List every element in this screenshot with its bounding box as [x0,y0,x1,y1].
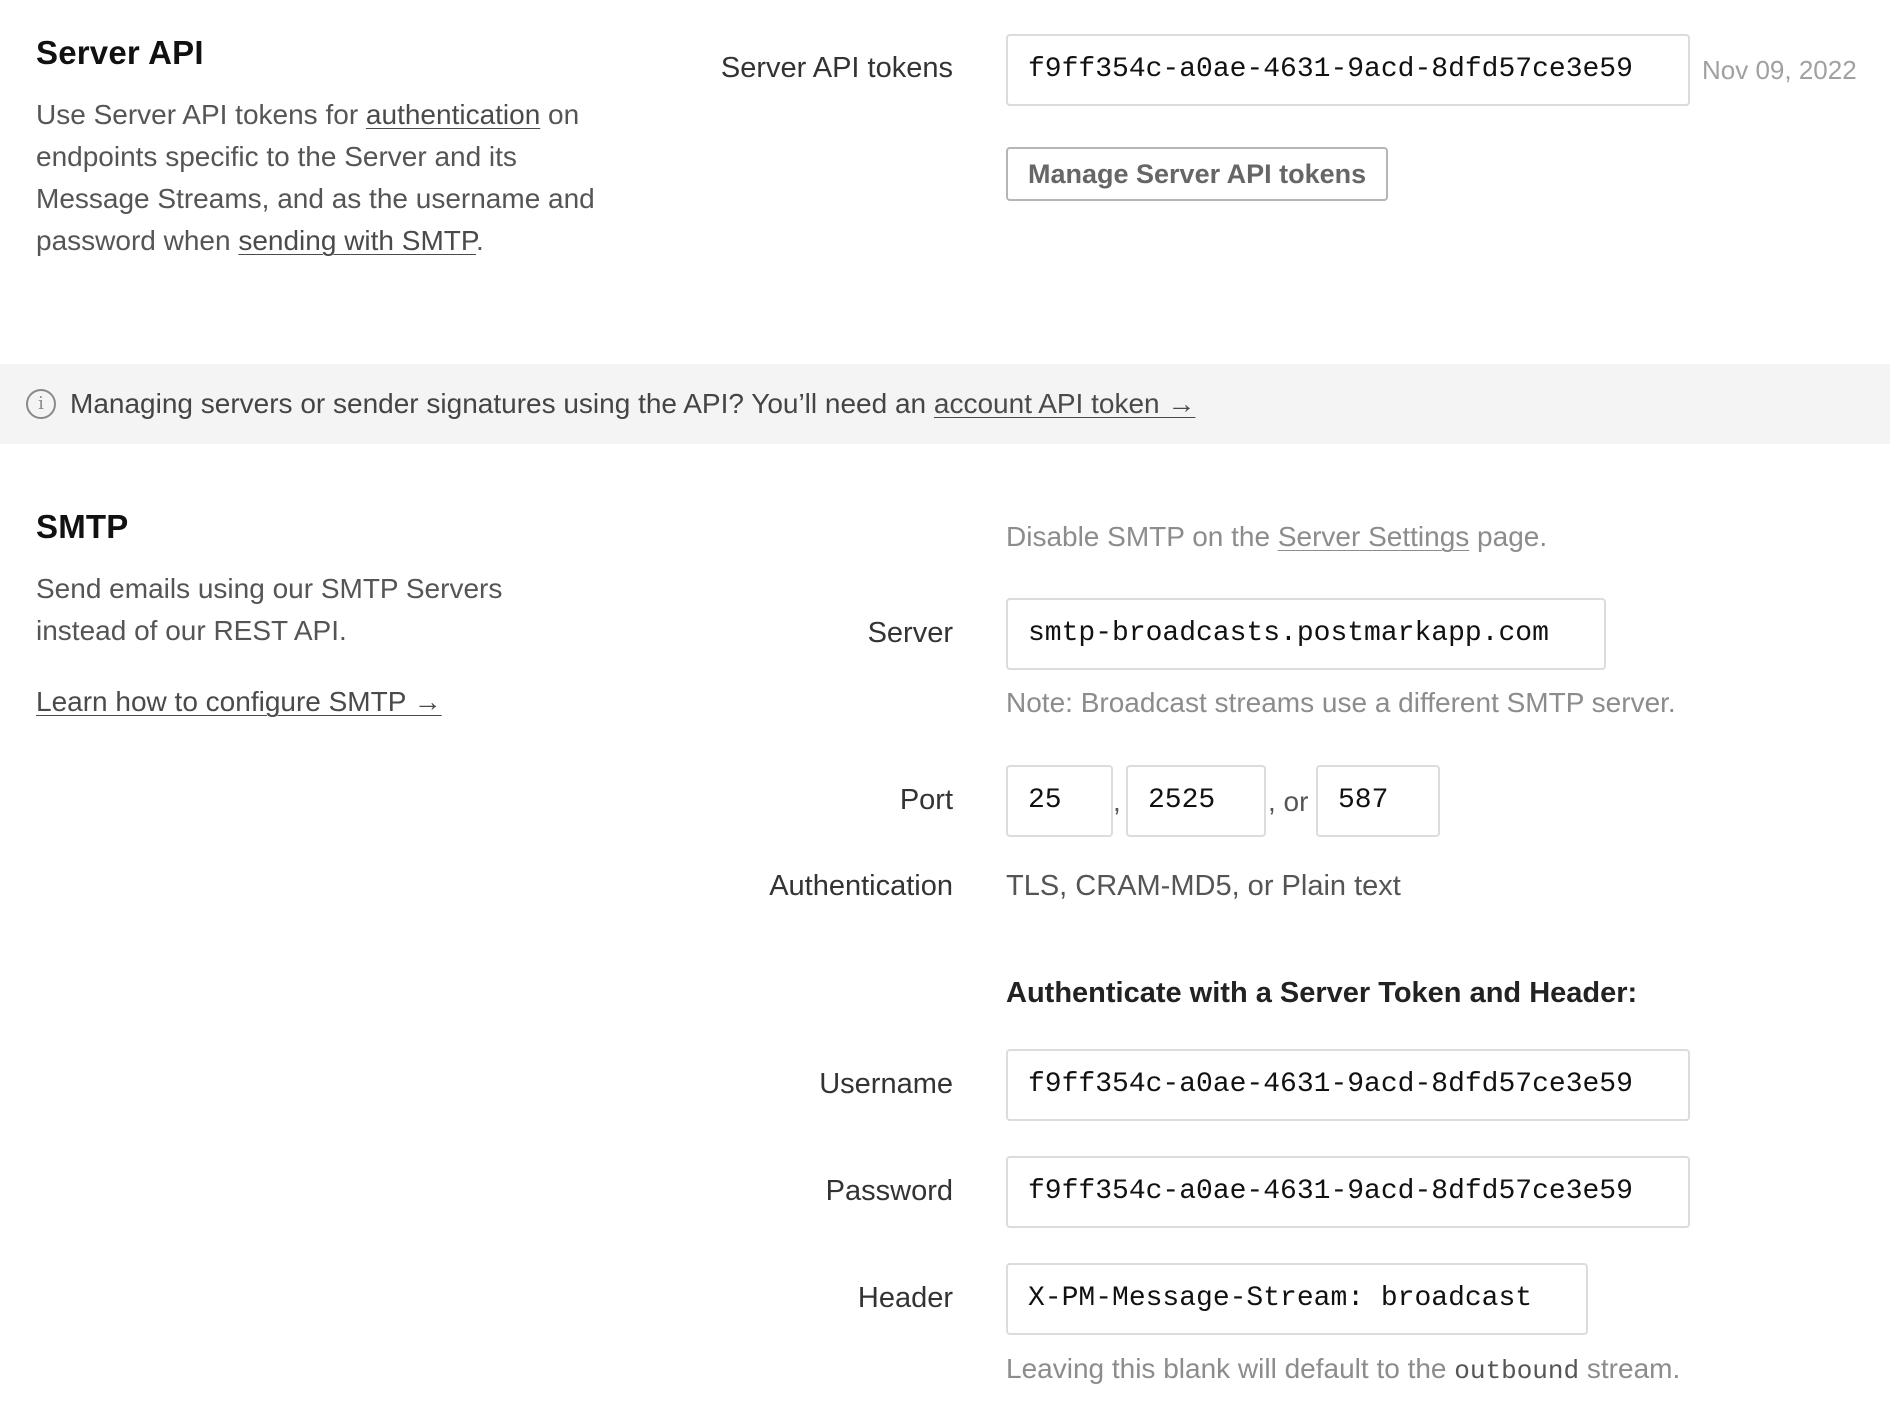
authentication-label: Authentication [769,870,953,902]
info-bar-message: Managing servers or sender signatures us… [70,388,934,419]
desc-text-3: . [475,225,484,256]
server-api-tokens-label: Server API tokens [720,52,953,84]
password-field[interactable]: f9ff354c-a0ae-4631-9acd-8dfd57ce3e59 [1006,1156,1690,1228]
desc-text-1: Use Server API tokens for [36,99,366,130]
account-api-token-link[interactable]: account API token → [934,388,1196,419]
token-created-date: Nov 09, 2022 [1702,55,1857,85]
header-note-text-1: Leaving this blank will default to the [1006,1353,1455,1384]
disable-smtp-note: Disable SMTP on the Server Settings page… [1006,521,1547,553]
smtp-description: Send emails using our SMTP Servers inste… [36,573,503,646]
info-icon: i [26,389,56,419]
learn-smtp-link[interactable]: Learn how to configure SMTP → [36,686,442,718]
disable-text-2: page. [1469,521,1548,552]
header-note-text-2: stream. [1579,1353,1681,1384]
smtp-title: SMTP [36,508,129,545]
username-label: Username [819,1068,953,1100]
port-separator-or: , or [1268,786,1309,817]
server-api-title: Server API [36,34,204,71]
port-2525-field[interactable]: 2525 [1126,765,1266,837]
port-25-field[interactable]: 25 [1006,765,1113,837]
port-label: Port [899,784,953,816]
server-label: Server [867,617,953,649]
authentication-value: TLS, CRAM-MD5, or Plain text [1006,870,1401,902]
disable-text-1: Disable SMTP on the [1006,521,1278,552]
header-field[interactable]: X-PM-Message-Stream: broadcast [1006,1263,1588,1335]
port-587-field[interactable]: 587 [1316,765,1440,837]
server-api-token-field[interactable]: f9ff354c-a0ae-4631-9acd-8dfd57ce3e59 [1006,34,1690,106]
outbound-code: outbound [1454,1356,1580,1386]
smtp-server-field[interactable]: smtp-broadcasts.postmarkapp.com [1006,598,1606,670]
password-label: Password [825,1175,953,1207]
authentication-link[interactable]: authentication [366,99,540,130]
username-field[interactable]: f9ff354c-a0ae-4631-9acd-8dfd57ce3e59 [1006,1049,1690,1121]
server-settings-link[interactable]: Server Settings [1278,521,1469,552]
info-bar-text: Managing servers or sender signatures us… [70,388,1195,420]
broadcast-server-note: Note: Broadcast streams use a different … [1006,687,1676,718]
server-api-description: Use Server API tokens for authentication… [36,94,596,262]
manage-server-api-tokens-button[interactable]: Manage Server API tokens [1006,147,1389,201]
sending-with-smtp-link[interactable]: sending with SMTP [238,225,476,256]
header-default-note: Leaving this blank will default to the o… [1006,1353,1680,1386]
auth-heading: Authenticate with a Server Token and Hea… [1006,977,1638,1009]
port-separator-comma: , [1113,786,1121,817]
header-label: Header [857,1282,953,1314]
